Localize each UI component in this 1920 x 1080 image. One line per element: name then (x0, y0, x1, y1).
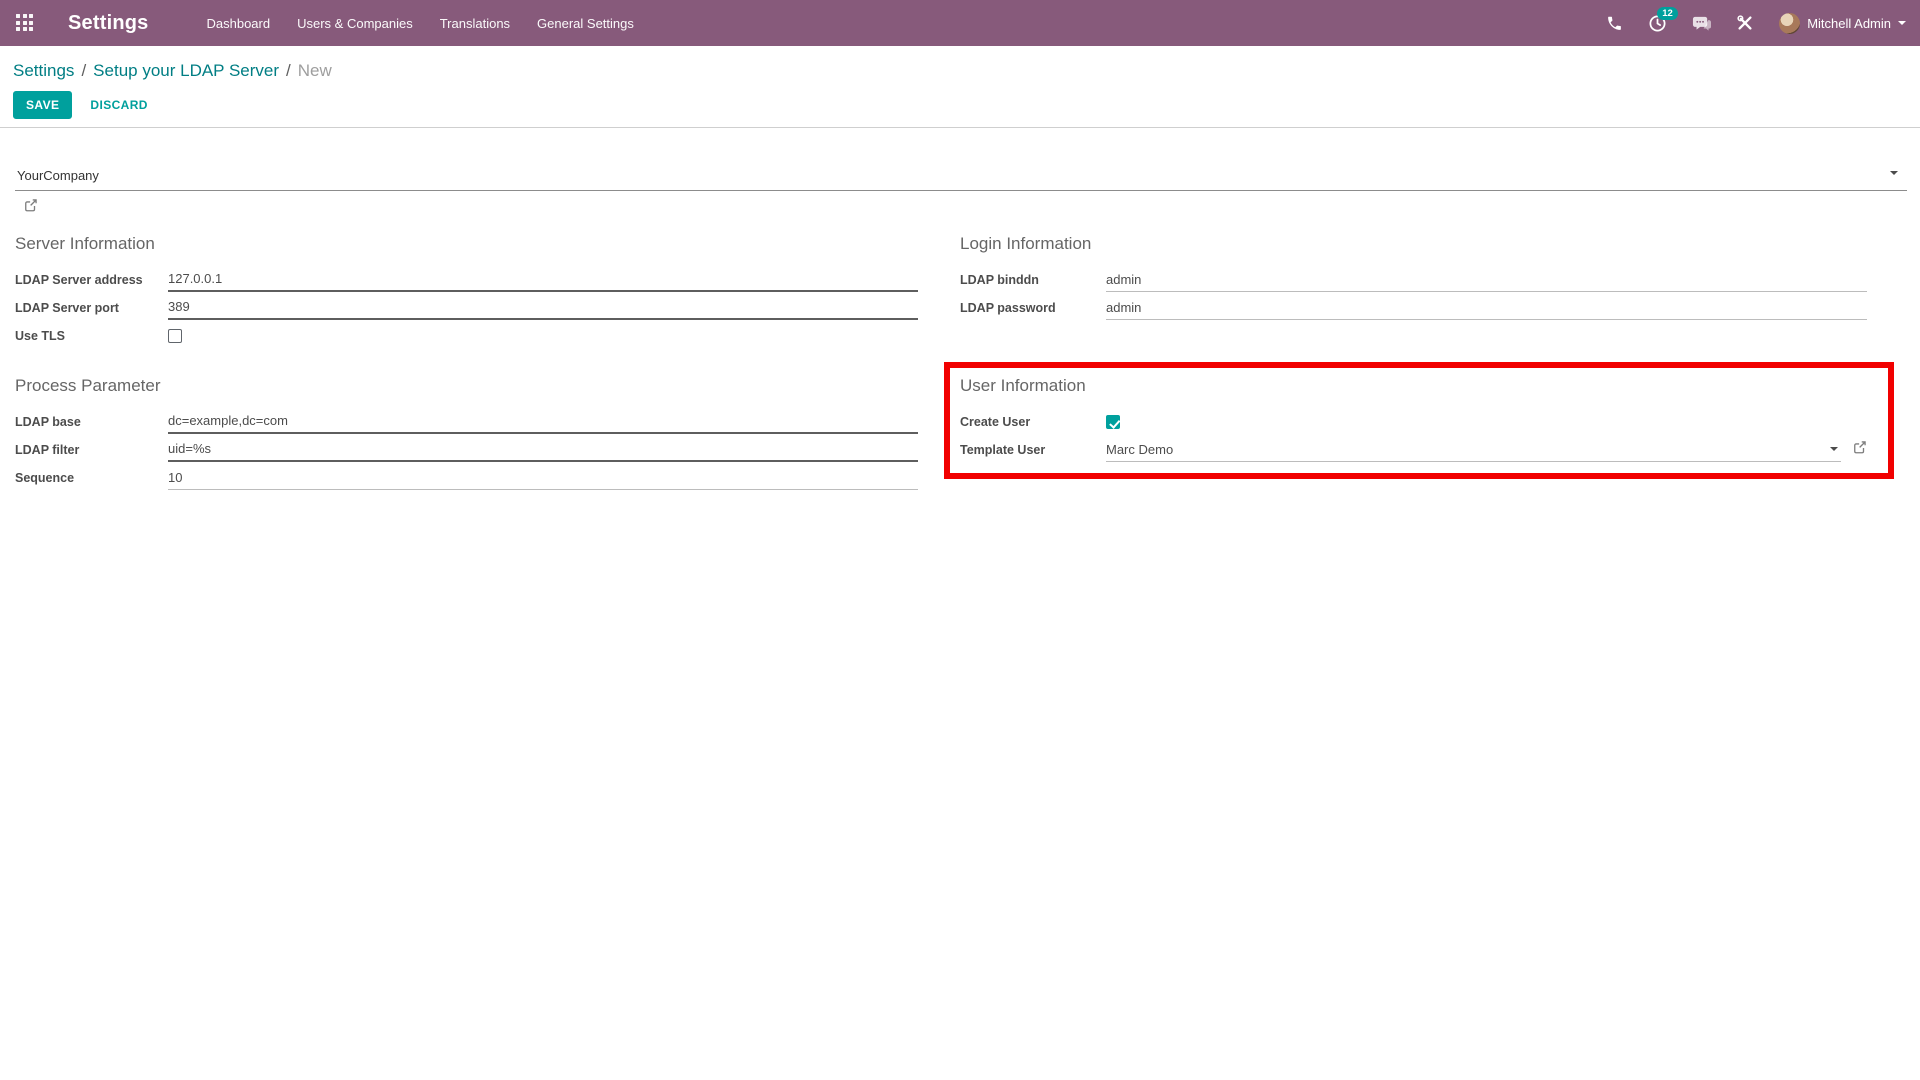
section-title: Login Information (960, 234, 1092, 253)
field-row-ldap-server-port: LDAP Server port (15, 294, 918, 322)
top-navbar: Settings Dashboard Users & Companies Tra… (0, 0, 1920, 46)
nav-item-dashboard[interactable]: Dashboard (207, 12, 271, 35)
breadcrumb-current: New (297, 61, 332, 80)
form-sheet: Server Information LDAP Server address L… (0, 128, 1920, 492)
field-row-use-tls: Use TLS (15, 322, 918, 350)
breadcrumb-link-ldap[interactable]: Setup your LDAP Server (93, 61, 279, 80)
field-row-create-user: Create User (960, 408, 1867, 436)
company-field (15, 167, 1907, 191)
sequence-input[interactable] (168, 466, 918, 490)
section-title: User Information (960, 376, 1086, 395)
control-panel: Settings / Setup your LDAP Server / New SAVE… (0, 46, 1920, 128)
section-user-information: User Information Create User Template Us… (944, 362, 1907, 479)
section-login-information: Login Information LDAP binddn LDAP passw… (960, 234, 1907, 322)
ldap-binddn-input[interactable] (1106, 268, 1867, 292)
section-process-parameter: Process Parameter LDAP base LDAP filter … (15, 376, 918, 492)
section-title: Process Parameter (15, 376, 161, 395)
field-label: LDAP filter (15, 443, 80, 457)
field-label: Use TLS (15, 329, 66, 343)
nav-item-general-settings[interactable]: General Settings (537, 12, 634, 35)
field-label: Sequence (15, 471, 75, 485)
nav-item-users-companies[interactable]: Users & Companies (297, 12, 413, 35)
field-row-ldap-server-address: LDAP Server address (15, 266, 918, 294)
field-row-ldap-base: LDAP base (15, 408, 918, 436)
external-link-icon[interactable] (1853, 440, 1867, 459)
template-user-m2o (1106, 438, 1841, 462)
app-title: Settings (68, 11, 149, 34)
nav-item-translations[interactable]: Translations (440, 12, 510, 35)
ldap-filter-input[interactable] (168, 438, 918, 462)
field-label: LDAP password (960, 301, 1056, 315)
field-label: LDAP base (15, 415, 81, 429)
save-button[interactable]: SAVE (13, 91, 73, 119)
user-name: Mitchell Admin (1807, 15, 1891, 31)
field-label: LDAP Server address (15, 273, 143, 287)
template-user-input[interactable] (1106, 438, 1826, 461)
template-user-field (1106, 438, 1867, 462)
activity-badge: 12 (1657, 6, 1678, 20)
phone-icon[interactable] (1606, 15, 1623, 32)
company-open-record-row (24, 198, 1907, 214)
field-row-ldap-password: LDAP password (960, 294, 1867, 322)
section-server-information: Server Information LDAP Server address L… (15, 234, 918, 350)
create-user-checkbox[interactable] (1106, 415, 1120, 429)
field-row-sequence: Sequence (15, 464, 918, 492)
apps-menu-icon[interactable] (16, 14, 34, 32)
systray: 12 Mitchell Admin (1606, 6, 1906, 34)
form-groups: Server Information LDAP Server address L… (15, 234, 1907, 492)
field-label: LDAP binddn (960, 273, 1039, 287)
user-avatar (1779, 12, 1801, 34)
caret-down-icon[interactable] (1830, 446, 1838, 451)
ldap-server-address-input[interactable] (168, 268, 918, 292)
discard-button[interactable]: DISCARD (77, 91, 160, 119)
external-link-icon[interactable] (24, 198, 38, 217)
field-label: LDAP Server port (15, 301, 119, 315)
ldap-base-input[interactable] (168, 410, 918, 434)
breadcrumb-separator: / (81, 61, 87, 80)
tools-icon[interactable] (1736, 14, 1754, 32)
top-menu: Dashboard Users & Companies Translations… (207, 12, 634, 35)
breadcrumb-link-settings[interactable]: Settings (13, 61, 74, 80)
company-input[interactable] (15, 168, 1907, 190)
field-row-ldap-filter: LDAP filter (15, 436, 918, 464)
control-panel-buttons: SAVE DISCARD (13, 91, 1904, 119)
messages-chat-icon[interactable] (1692, 14, 1712, 33)
user-menu[interactable]: Mitchell Admin (1779, 12, 1906, 34)
field-row-ldap-binddn: LDAP binddn (960, 266, 1867, 294)
caret-down-icon (1898, 21, 1906, 25)
section-title: Server Information (15, 234, 155, 253)
use-tls-checkbox[interactable] (168, 329, 182, 343)
ldap-password-input[interactable] (1106, 296, 1867, 320)
field-label: Create User (960, 415, 1031, 429)
ldap-server-port-input[interactable] (168, 296, 918, 320)
field-row-template-user: Template User (960, 436, 1867, 464)
breadcrumb: Settings / Setup your LDAP Server / New (13, 59, 1904, 83)
field-label: Template User (960, 443, 1046, 457)
breadcrumb-separator: / (286, 61, 291, 80)
activities-clock-icon[interactable]: 12 (1648, 6, 1678, 33)
caret-down-icon[interactable] (1890, 171, 1898, 175)
